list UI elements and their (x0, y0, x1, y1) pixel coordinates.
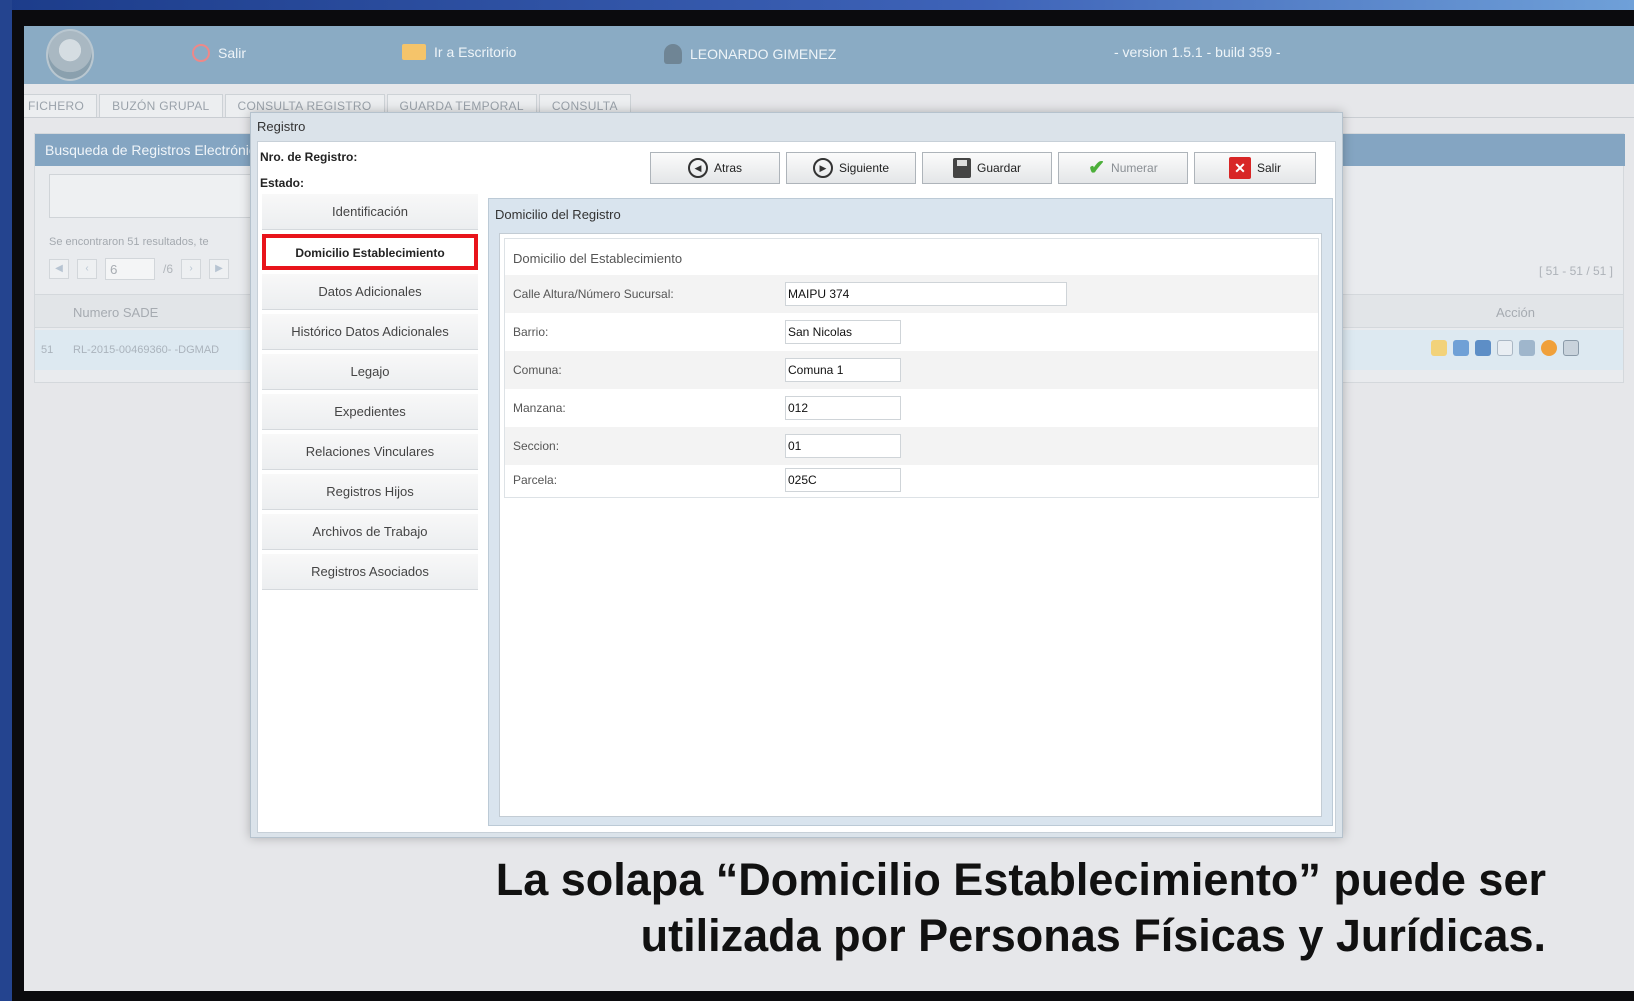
menu-registros-asociados[interactable]: Registros Asociados (262, 554, 478, 590)
registro-modal: Registro Nro. de Registro: Estado: ◀ Atr… (250, 112, 1343, 838)
atras-button[interactable]: ◀ Atras (650, 152, 780, 184)
page-input[interactable] (105, 258, 155, 280)
frame-left-border (0, 0, 12, 1001)
search-filter-box (49, 174, 259, 218)
app-screen: Salir Ir a Escritorio LEONARDO GIMENEZ -… (24, 26, 1634, 991)
row-numero-sade: RL-2015-00469360- -DGMAD (73, 344, 220, 356)
content-title: Domicilio del Registro (495, 207, 621, 222)
barrio-label: Barrio: (513, 325, 549, 339)
results-count-text: Se encontraron 51 resultados, te (49, 236, 209, 248)
results-range: [ 51 - 51 / 51 ] (1538, 264, 1613, 278)
numerar-label: Numerar (1111, 161, 1158, 175)
menu-identificacion[interactable]: Identificación (262, 194, 478, 230)
domicilio-form: Domicilio del Establecimiento Calle Altu… (504, 238, 1319, 498)
save-disk-icon (952, 158, 971, 178)
col-accion: Acción (1495, 305, 1535, 320)
first-page-button[interactable]: ◀ (49, 259, 69, 279)
document-action-icon[interactable] (1497, 340, 1513, 356)
close-action-icon[interactable] (1563, 340, 1579, 356)
form-row-manzana: Manzana: (505, 389, 1318, 427)
manzana-label: Manzana: (513, 401, 566, 415)
numerar-button[interactable]: ✔ Numerar (1058, 152, 1188, 184)
next-page-button[interactable]: › (181, 259, 202, 279)
menu-historico-datos-adicionales[interactable]: Histórico Datos Adicionales (262, 314, 478, 350)
comuna-label: Comuna: (513, 363, 562, 377)
menu-expedientes[interactable]: Expedientes (262, 394, 478, 430)
menu-relaciones-vinculares[interactable]: Relaciones Vinculares (262, 434, 478, 470)
status-action-icon[interactable] (1541, 340, 1557, 356)
video-frame: Salir Ir a Escritorio LEONARDO GIMENEZ -… (0, 0, 1634, 1001)
form-row-seccion: Seccion: (505, 427, 1318, 465)
escritorio-label: Ir a Escritorio (434, 44, 517, 60)
form-legend: Domicilio del Establecimiento (513, 251, 683, 266)
salir-button[interactable]: ✕ Salir (1194, 152, 1316, 184)
form-row-calle: Calle Altura/Número Sucursal: (505, 275, 1318, 313)
content-box: Domicilio del Establecimiento Calle Altu… (499, 233, 1322, 817)
content-panel: Domicilio del Registro Domicilio del Est… (488, 198, 1333, 826)
folder-icon (402, 44, 426, 60)
calle-input[interactable] (785, 282, 1067, 306)
frame-top-border (0, 0, 1634, 10)
users-action-icon[interactable] (1475, 340, 1491, 356)
caption: La solapa “Domicilio Establecimiento” pu… (496, 852, 1546, 964)
view-action-icon[interactable] (1453, 340, 1469, 356)
menu-registros-hijos[interactable]: Registros Hijos (262, 474, 478, 510)
page-total: /6 (163, 262, 174, 276)
atras-label: Atras (713, 161, 742, 175)
check-icon: ✔ (1088, 157, 1106, 179)
row-index: 51 (41, 344, 54, 356)
salir-label: Salir (218, 45, 247, 61)
close-icon: ✕ (1228, 157, 1251, 179)
guardar-label: Guardar (976, 161, 1022, 175)
manzana-input[interactable] (785, 396, 901, 420)
siguiente-button[interactable]: ▶ Siguiente (786, 152, 916, 184)
form-row-parcela: Parcela: (505, 461, 1318, 499)
prev-page-button[interactable]: ‹ (77, 259, 97, 279)
forward-action-icon[interactable] (1519, 340, 1535, 356)
barrio-input[interactable] (785, 320, 901, 344)
version-text: - version 1.5.1 - build 359 - (1114, 44, 1281, 60)
modal-title: Registro (257, 119, 306, 134)
seccion-input[interactable] (785, 434, 901, 458)
siguiente-label: Siguiente (838, 161, 890, 175)
form-row-comuna: Comuna: (505, 351, 1318, 389)
modal-toolbar: ◀ Atras ▶ Siguiente Guardar ✔ Numerar ✕ … (650, 152, 1316, 184)
seccion-label: Seccion: (513, 439, 560, 453)
user-icon (664, 44, 682, 64)
folder-action-icon[interactable] (1431, 340, 1447, 356)
salir-button-label: Salir (1256, 161, 1281, 175)
tab-fichero[interactable]: FICHERO (24, 94, 98, 117)
power-icon (192, 44, 210, 62)
caption-line-1: La solapa “Domicilio Establecimiento” pu… (495, 854, 1546, 905)
guardar-button[interactable]: Guardar (922, 152, 1052, 184)
nro-registro-label: Nro. de Registro: (260, 150, 358, 164)
comuna-input[interactable] (785, 358, 901, 382)
tab-buzon-grupal[interactable]: BUZÓN GRUPAL (99, 94, 223, 117)
forward-arrow-icon: ▶ (812, 158, 833, 178)
calle-label: Calle Altura/Número Sucursal: (513, 287, 674, 301)
modal-body: Nro. de Registro: Estado: ◀ Atras ▶ Sigu… (257, 141, 1336, 833)
parcela-label: Parcela: (513, 473, 558, 487)
estado-label: Estado: (260, 176, 305, 190)
parcela-input[interactable] (785, 468, 901, 492)
col-numero-sade: Numero SADE (73, 305, 159, 320)
row-action-icons (1431, 340, 1579, 356)
back-arrow-icon: ◀ (687, 158, 708, 178)
menu-datos-adicionales[interactable]: Datos Adicionales (262, 274, 478, 310)
escritorio-link[interactable]: Ir a Escritorio (402, 44, 516, 60)
menu-domicilio-establecimiento[interactable]: Domicilio Establecimiento (262, 234, 478, 270)
app-header: Salir Ir a Escritorio LEONARDO GIMENEZ -… (24, 26, 1634, 84)
menu-archivos-de-trabajo[interactable]: Archivos de Trabajo (262, 514, 478, 550)
side-menu: Identificación Domicilio Establecimiento… (262, 194, 480, 594)
menu-legajo[interactable]: Legajo (262, 354, 478, 390)
user-info: LEONARDO GIMENEZ (664, 44, 836, 64)
last-page-button[interactable]: ▶ (209, 259, 230, 279)
user-name: LEONARDO GIMENEZ (690, 46, 837, 62)
pager: ◀ ‹ /6 › ▶ (49, 258, 230, 280)
caption-line-2: utilizada por Personas Físicas y Jurídic… (640, 910, 1546, 961)
salir-link[interactable]: Salir (192, 44, 246, 62)
city-logo-icon (46, 29, 94, 81)
form-row-barrio: Barrio: (505, 313, 1318, 351)
version-info: - version 1.5.1 - build 359 - (1114, 44, 1281, 60)
